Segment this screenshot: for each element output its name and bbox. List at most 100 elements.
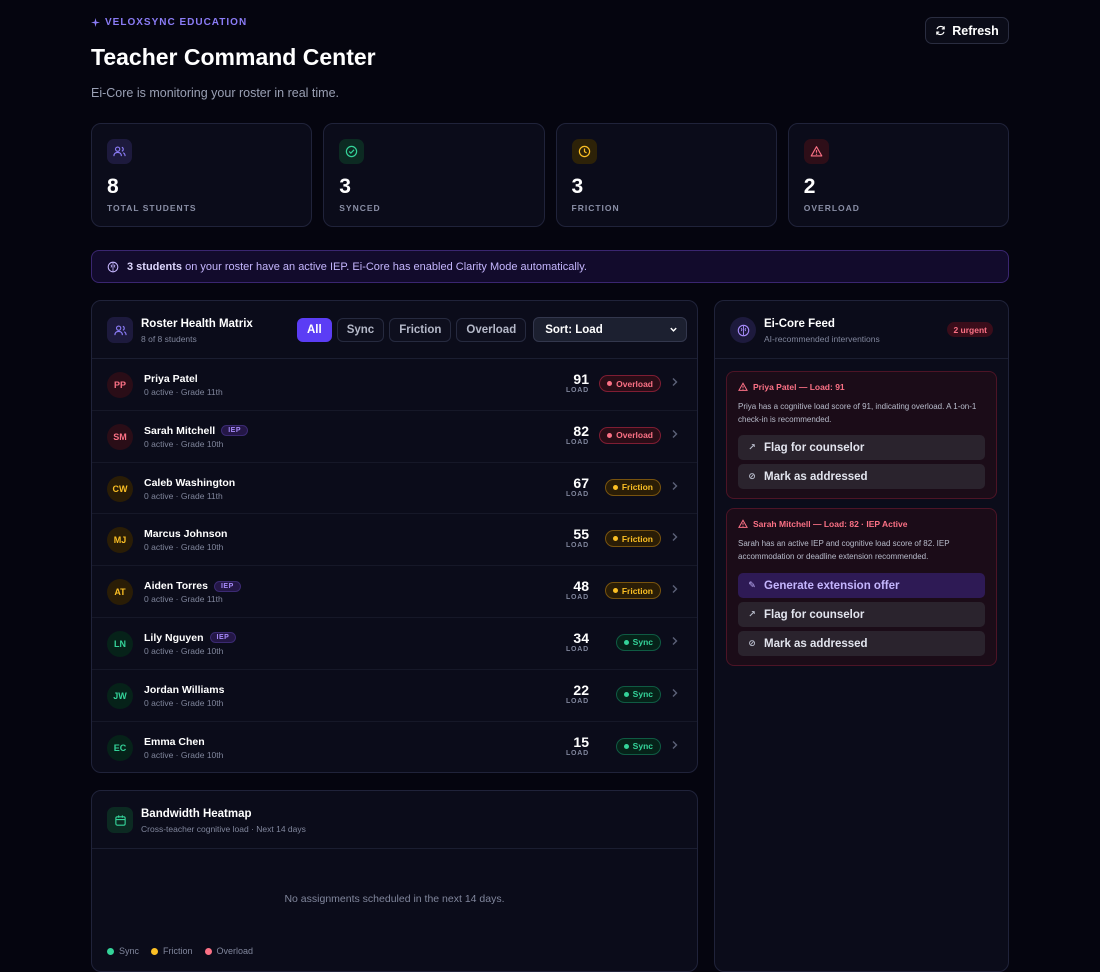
- chevron-right-icon[interactable]: [671, 740, 679, 753]
- feed-header: Ei-Core Feed AI-recommended intervention…: [715, 301, 1008, 359]
- clock-icon: [571, 139, 597, 164]
- load-value: 55: [573, 526, 589, 543]
- student-name-row: Priya Patel: [144, 373, 198, 385]
- chevron-right-icon[interactable]: [671, 636, 679, 649]
- iep-banner-rest: on your roster have an active IEP. Ei-Co…: [182, 260, 587, 273]
- student-row[interactable]: AT Aiden Torres IEP 0 active · Grade 11th 48…: [92, 566, 697, 618]
- status-badge: Sync: [615, 685, 661, 703]
- roster-title: Roster Health Matrix: [141, 318, 253, 330]
- status-badge: Friction: [604, 530, 661, 548]
- feed-panel: Ei-Core Feed AI-recommended intervention…: [714, 300, 1009, 972]
- stat-label: TOTAL STUDENTS: [107, 203, 197, 213]
- student-name: Lily Nguyen: [144, 631, 204, 644]
- status-badge: Friction: [604, 582, 661, 600]
- student-name: Priya Patel: [144, 373, 198, 385]
- status-dot: [612, 536, 618, 542]
- avatar: PP: [107, 372, 133, 398]
- check-circle-icon: ⊘: [748, 471, 756, 481]
- stat-card-friction: 3 FRICTION: [555, 123, 777, 227]
- student-name-row: Emma Chen: [144, 736, 205, 748]
- heatmap-panel: Bandwidth Heatmap Cross-teacher cognitiv…: [91, 790, 698, 972]
- chevron-right-icon[interactable]: [671, 481, 679, 494]
- load-score: 48 LOAD: [566, 578, 589, 601]
- urgent-badge: 2 urgent: [947, 322, 993, 337]
- student-meta: 0 active · Grade 10th: [144, 697, 224, 708]
- iep-badge: IEP: [213, 580, 241, 592]
- stat-label: SYNCED: [339, 203, 381, 213]
- flag-counselor-button[interactable]: ↗ Flag for counselor: [738, 602, 985, 627]
- sort-select[interactable]: Sort: Load: [533, 317, 688, 342]
- avatar: AT: [107, 579, 133, 606]
- iep-banner: 3 students on your roster have an active…: [91, 250, 1009, 283]
- legend-item-sync: Sync: [107, 946, 139, 956]
- status-dot: [612, 588, 618, 594]
- student-row[interactable]: EC Emma Chen 0 active · Grade 10th 15 LOAD Sy…: [92, 722, 697, 774]
- student-row[interactable]: SM Sarah Mitchell IEP 0 active · Grade 10th…: [92, 411, 697, 463]
- filter-friction-button[interactable]: Friction: [389, 317, 452, 342]
- stat-label: FRICTION: [571, 203, 620, 213]
- heatmap-header: Bandwidth Heatmap Cross-teacher cognitiv…: [92, 791, 697, 849]
- stat-value: 3: [571, 175, 584, 198]
- student-name: Jordan Williams: [144, 683, 225, 696]
- chevron-right-icon[interactable]: [671, 584, 679, 597]
- stat-card-overload: 2 OVERLOAD: [787, 123, 1009, 227]
- student-name: Emma Chen: [144, 735, 205, 748]
- sparkle-icon: [91, 18, 100, 27]
- iep-banner-count: 3 students: [127, 260, 183, 273]
- avatar: JW: [107, 682, 133, 709]
- stats-row: 8 TOTAL STUDENTS 3 SYNCED 3 FRICTION 2 O…: [91, 123, 1009, 227]
- refresh-button[interactable]: Refresh: [925, 17, 1009, 44]
- load-label: LOAD: [565, 387, 589, 394]
- action-label: Mark as addressed: [764, 637, 868, 650]
- chevron-right-icon[interactable]: [671, 377, 679, 390]
- legend-dot: [107, 947, 114, 955]
- roster-header: Roster Health Matrix 8 of 8 students All…: [92, 301, 697, 359]
- load-value: 67: [573, 474, 589, 491]
- action-label: Mark as addressed: [764, 470, 868, 483]
- status-dot: [612, 484, 618, 490]
- load-score: 82 LOAD: [566, 423, 589, 446]
- student-row[interactable]: MJ Marcus Johnson 0 active · Grade 10th 55 L…: [92, 514, 697, 567]
- status-badge: Overload: [599, 375, 661, 392]
- student-row[interactable]: LN Lily Nguyen IEP 0 active · Grade 10th 34 L…: [92, 618, 697, 670]
- alert-triangle-icon: [803, 139, 829, 164]
- brain-icon: [107, 261, 119, 272]
- feed-subtitle: AI-recommended interventions: [764, 334, 880, 344]
- generate-extension-button[interactable]: ✎ Generate extension offer: [738, 573, 985, 598]
- user-edit-icon: ✎: [748, 580, 756, 590]
- trend-icon: ↗: [748, 609, 756, 619]
- student-name: Sarah Mitchell: [144, 424, 216, 437]
- mark-addressed-button[interactable]: ⊘ Mark as addressed: [738, 631, 985, 656]
- chevron-right-icon[interactable]: [671, 429, 679, 442]
- chevron-right-icon[interactable]: [671, 688, 679, 701]
- student-name-row: Aiden Torres IEP: [144, 580, 241, 592]
- student-row[interactable]: CW Caleb Washington 0 active · Grade 11th 6…: [92, 463, 697, 515]
- student-name-row: Jordan Williams: [144, 684, 224, 696]
- flag-counselor-button[interactable]: ↗ Flag for counselor: [738, 435, 985, 460]
- mark-addressed-button[interactable]: ⊘ Mark as addressed: [738, 464, 985, 489]
- stat-value: 2: [803, 175, 816, 198]
- stat-card-total: 8 TOTAL STUDENTS: [91, 123, 313, 227]
- brand: VELOXSYNC EDUCATION: [91, 17, 247, 28]
- student-row[interactable]: PP Priya Patel 0 active · Grade 11th 91 LOAD…: [92, 359, 697, 411]
- status-badge: Friction: [604, 478, 661, 496]
- status-label: Friction: [621, 585, 653, 596]
- filter-sync-button[interactable]: Sync: [336, 317, 385, 342]
- refresh-icon: [936, 25, 945, 36]
- load-label: LOAD: [565, 645, 589, 653]
- feed-card-text: Sarah has an active IEP and cognitive lo…: [738, 539, 950, 561]
- student-meta: 0 active · Grade 10th: [144, 542, 224, 553]
- student-name: Aiden Torres: [144, 580, 208, 593]
- load-label: LOAD: [565, 542, 589, 550]
- load-value: 82: [573, 422, 589, 439]
- filter-all-button[interactable]: All: [297, 317, 332, 342]
- student-row[interactable]: JW Jordan Williams 0 active · Grade 10th 22…: [92, 670, 697, 722]
- status-dot: [607, 432, 613, 438]
- load-value: 34: [573, 629, 589, 646]
- chevron-right-icon[interactable]: [671, 532, 679, 545]
- stat-label: OVERLOAD: [803, 203, 860, 213]
- filter-overload-button[interactable]: Overload: [456, 317, 527, 342]
- roster-panel: Roster Health Matrix 8 of 8 students All…: [91, 300, 698, 773]
- legend-label: Overload: [216, 946, 254, 956]
- student-meta: 0 active · Grade 11th: [144, 594, 223, 605]
